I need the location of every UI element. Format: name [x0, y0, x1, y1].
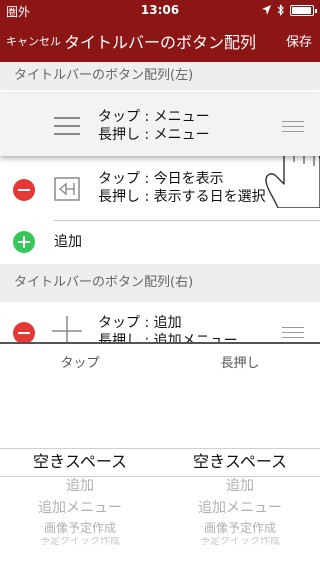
- action-picker[interactable]: タップ 長押し 空きスペース 追加 追加メニュー 画像予定作成 予定クイック作成…: [0, 342, 320, 568]
- picker-option[interactable]: 予定クイック作成: [160, 537, 320, 547]
- list-item[interactable]: タップ : 今日を表示 長押し : 表示する日を選択: [0, 160, 320, 220]
- reorder-handle-icon[interactable]: [282, 121, 304, 133]
- picker-option[interactable]: 空きスペース: [0, 449, 160, 475]
- picker-top-border: [0, 342, 320, 344]
- picker-tap-column[interactable]: 空きスペース 追加 追加メニュー 画像予定作成 予定クイック作成: [0, 449, 160, 547]
- row-tap-label: タップ : メニュー: [98, 109, 210, 125]
- picker-option[interactable]: 画像予定作成: [0, 519, 160, 537]
- picker-long-press-label: 長押し: [220, 356, 260, 371]
- picker-long-press-column[interactable]: 空きスペース 追加 追加メニュー 画像予定作成 予定クイック作成: [160, 449, 320, 547]
- picker-option[interactable]: 追加メニュー: [0, 497, 160, 519]
- section-header-left: タイトルバーのボタン配列(左): [0, 62, 320, 90]
- row-tap-label: タップ : 追加: [98, 315, 182, 331]
- section-header-right: タイトルバーのボタン配列(右): [0, 264, 320, 302]
- status-bar: 圏外 13:06: [0, 0, 320, 20]
- row-long-press-label: 長押し : メニュー: [98, 127, 210, 143]
- picker-option[interactable]: 空きスペース: [160, 449, 320, 475]
- picker-option[interactable]: 追加メニュー: [160, 497, 320, 519]
- picker-option[interactable]: 予定クイック作成: [0, 537, 160, 547]
- picker-option[interactable]: 画像予定作成: [160, 519, 320, 537]
- location-icon: [262, 5, 271, 15]
- bluetooth-icon: [277, 4, 284, 16]
- battery-icon: [290, 4, 317, 16]
- reorder-handle-icon[interactable]: [282, 327, 304, 339]
- status-icons: [262, 4, 317, 16]
- delete-button[interactable]: [13, 179, 35, 201]
- add-row[interactable]: 追加: [0, 221, 320, 264]
- calendar-today-icon: [54, 177, 80, 201]
- row-long-press-label: 長押し : 表示する日を選択: [98, 189, 266, 205]
- save-button[interactable]: 保存: [286, 31, 312, 50]
- picker-option[interactable]: 追加: [0, 475, 160, 497]
- row-tap-label: タップ : 今日を表示: [98, 171, 224, 187]
- section-header-left-label: タイトルバーのボタン配列(左): [14, 68, 194, 83]
- list-item[interactable]: タップ : メニュー 長押し : メニュー: [0, 94, 320, 156]
- picker-tap-label: タップ: [60, 356, 100, 371]
- section-header-right-label: タイトルバーのボタン配列(右): [14, 275, 194, 290]
- menu-icon: [54, 117, 80, 135]
- picker-option[interactable]: 追加: [160, 475, 320, 497]
- add-label: 追加: [54, 234, 82, 250]
- delete-button[interactable]: [13, 322, 35, 344]
- add-icon[interactable]: [13, 231, 35, 253]
- page-title: タイトルバーのボタン配列: [63, 33, 256, 52]
- navigation-bar: キャンセル タイトルバーのボタン配列 保存: [0, 20, 320, 62]
